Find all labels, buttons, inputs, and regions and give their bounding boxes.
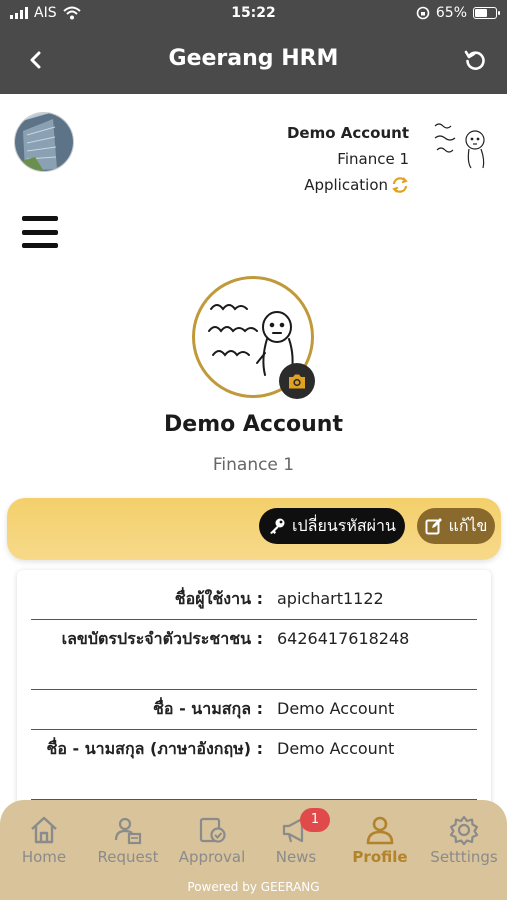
application-switch[interactable]: Application — [287, 172, 409, 198]
home-icon — [31, 816, 57, 844]
info-row-fullname: ชื่อ - นามสกุล : Demo Account — [31, 694, 477, 730]
edit-label: แก้ไข — [448, 515, 488, 535]
info-value: Demo Account — [277, 739, 395, 758]
company-logo — [14, 112, 74, 172]
nav-label: Setttings — [430, 848, 498, 866]
battery-fill — [475, 9, 487, 17]
menu-bar — [22, 216, 58, 221]
small-avatar — [431, 118, 491, 170]
nav-label: Home — [21, 848, 67, 866]
nav-request[interactable]: Request — [86, 812, 170, 866]
refresh-button[interactable] — [461, 46, 489, 74]
nav-label: News — [275, 848, 317, 866]
camera-icon — [289, 374, 305, 388]
news-badge: 1 — [300, 808, 330, 832]
battery-percent: 65% — [435, 5, 467, 21]
hamburger-menu-button[interactable] — [22, 216, 58, 248]
info-row-national-id: เลขบัตรประจำตัวประชาชน : 6426417618248 — [31, 624, 477, 690]
account-summary: Demo Account Finance 1 Application — [287, 120, 409, 198]
nav-label: Request — [97, 848, 159, 866]
account-name: Demo Account — [286, 124, 409, 142]
info-value: Demo Account — [277, 699, 395, 718]
sync-icon — [392, 177, 408, 193]
change-password-button[interactable]: เปลี่ยนรหัสผ่าน — [259, 508, 405, 544]
application-label: Application — [304, 176, 388, 194]
info-value: 6426417618248 — [277, 629, 410, 648]
info-label: ชื่อผู้ใช้งาน : — [174, 589, 263, 608]
refresh-icon — [464, 50, 485, 70]
nav-news[interactable]: News 1 — [254, 808, 338, 866]
status-right: 65% — [416, 5, 500, 21]
info-row-username: ชื่อผู้ใช้งาน : apichart1122 — [31, 584, 477, 620]
status-bar: AIS 15:22 65% — [0, 0, 507, 28]
info-label: ชื่อ - นามสกุล : — [153, 699, 263, 718]
nav-profile[interactable]: Profile — [338, 812, 422, 866]
request-icon — [114, 817, 142, 845]
change-password-label: เปลี่ยนรหัสผ่าน — [292, 515, 396, 535]
nav-approval[interactable]: Approval — [170, 812, 254, 866]
edit-icon — [425, 518, 442, 535]
profile-name: Demo Account — [164, 412, 343, 437]
orientation-lock-icon — [416, 6, 430, 20]
bottom-navigation: Home Request Approval News 1 Profile Set… — [0, 800, 507, 900]
profile-action-bar: เปลี่ยนรหัสผ่าน แก้ไข — [7, 498, 501, 560]
approval-icon — [199, 817, 226, 843]
battery-icon — [473, 7, 500, 19]
menu-bar — [22, 243, 58, 248]
change-photo-button[interactable] — [279, 363, 315, 399]
info-value: apichart1122 — [277, 589, 384, 608]
nav-label: Profile — [352, 848, 408, 866]
powered-by: Powered by GEERANG — [187, 880, 320, 894]
gear-icon — [449, 815, 479, 846]
account-department: Finance 1 — [337, 150, 409, 168]
nav-label: Approval — [178, 848, 246, 866]
profile-department: Finance 1 — [212, 455, 295, 475]
info-label: เลขบัตรประจำตัวประชาชน : — [61, 629, 263, 648]
app-header: AIS 15:22 65% Geerang HRM — [0, 0, 507, 94]
profile-icon — [366, 816, 394, 845]
info-label: ชื่อ - นามสกุล (ภาษาอังกฤษ) : — [46, 739, 263, 758]
profile-info-card: ชื่อผู้ใช้งาน : apichart1122 เลขบัตรประจ… — [17, 570, 491, 810]
menu-bar — [22, 229, 58, 235]
nav-home[interactable]: Home — [2, 812, 86, 866]
nav-settings[interactable]: Setttings — [422, 812, 506, 866]
key-icon — [270, 518, 285, 534]
info-row-fullname-english: ชื่อ - นามสกุล (ภาษาอังกฤษ) : Demo Accou… — [31, 734, 477, 800]
edit-profile-button[interactable]: แก้ไข — [417, 508, 495, 544]
app-title: Geerang HRM — [168, 46, 339, 71]
